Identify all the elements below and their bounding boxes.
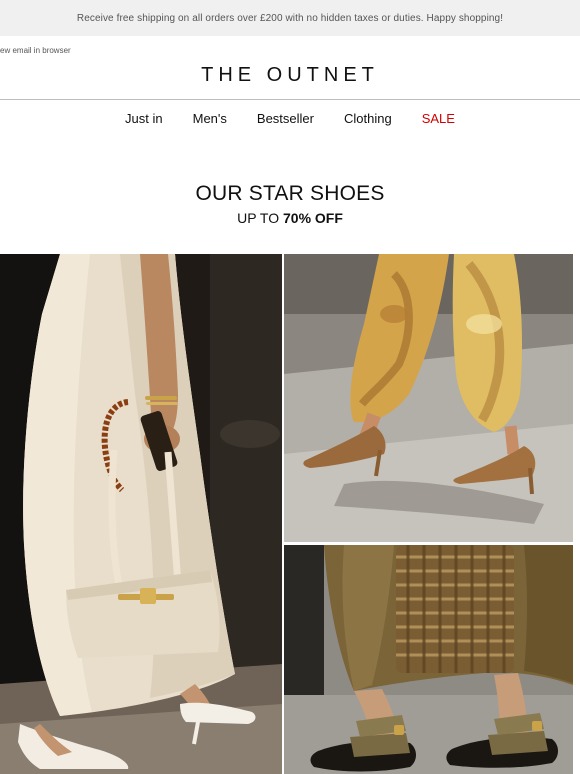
hero-image-left-illustration — [0, 254, 282, 774]
hero-image-bottom-right-illustration — [284, 545, 573, 774]
hero-image-bottom-right[interactable] — [284, 545, 573, 774]
main-nav: Just in Men's Bestseller Clothing SALE — [0, 111, 580, 126]
nav-item-sale[interactable]: SALE — [422, 111, 455, 126]
hero-image-top-right[interactable] — [284, 254, 573, 542]
nav-item-bestseller[interactable]: Bestseller — [257, 111, 314, 126]
hero-image-top-right-illustration — [284, 254, 573, 542]
hero-subhead-prefix: UP TO — [237, 210, 283, 226]
nav-item-just-in[interactable]: Just in — [125, 111, 163, 126]
nav-item-clothing[interactable]: Clothing — [344, 111, 392, 126]
promo-banner: Receive free shipping on all orders over… — [0, 0, 580, 36]
hero-headline: OUR STAR SHOES — [195, 182, 385, 205]
hero-subhead: UP TO 70% OFF — [0, 210, 580, 226]
nav-item-mens[interactable]: Men's — [193, 111, 227, 126]
header-divider — [0, 99, 580, 100]
hero-image-left[interactable] — [0, 254, 282, 774]
view-in-browser-link[interactable]: ew email in browser — [0, 46, 71, 55]
brand-logo[interactable]: THE OUTNET — [0, 64, 580, 87]
hero-subhead-discount: 70% OFF — [283, 210, 343, 226]
promo-text: Receive free shipping on all orders over… — [76, 12, 504, 24]
